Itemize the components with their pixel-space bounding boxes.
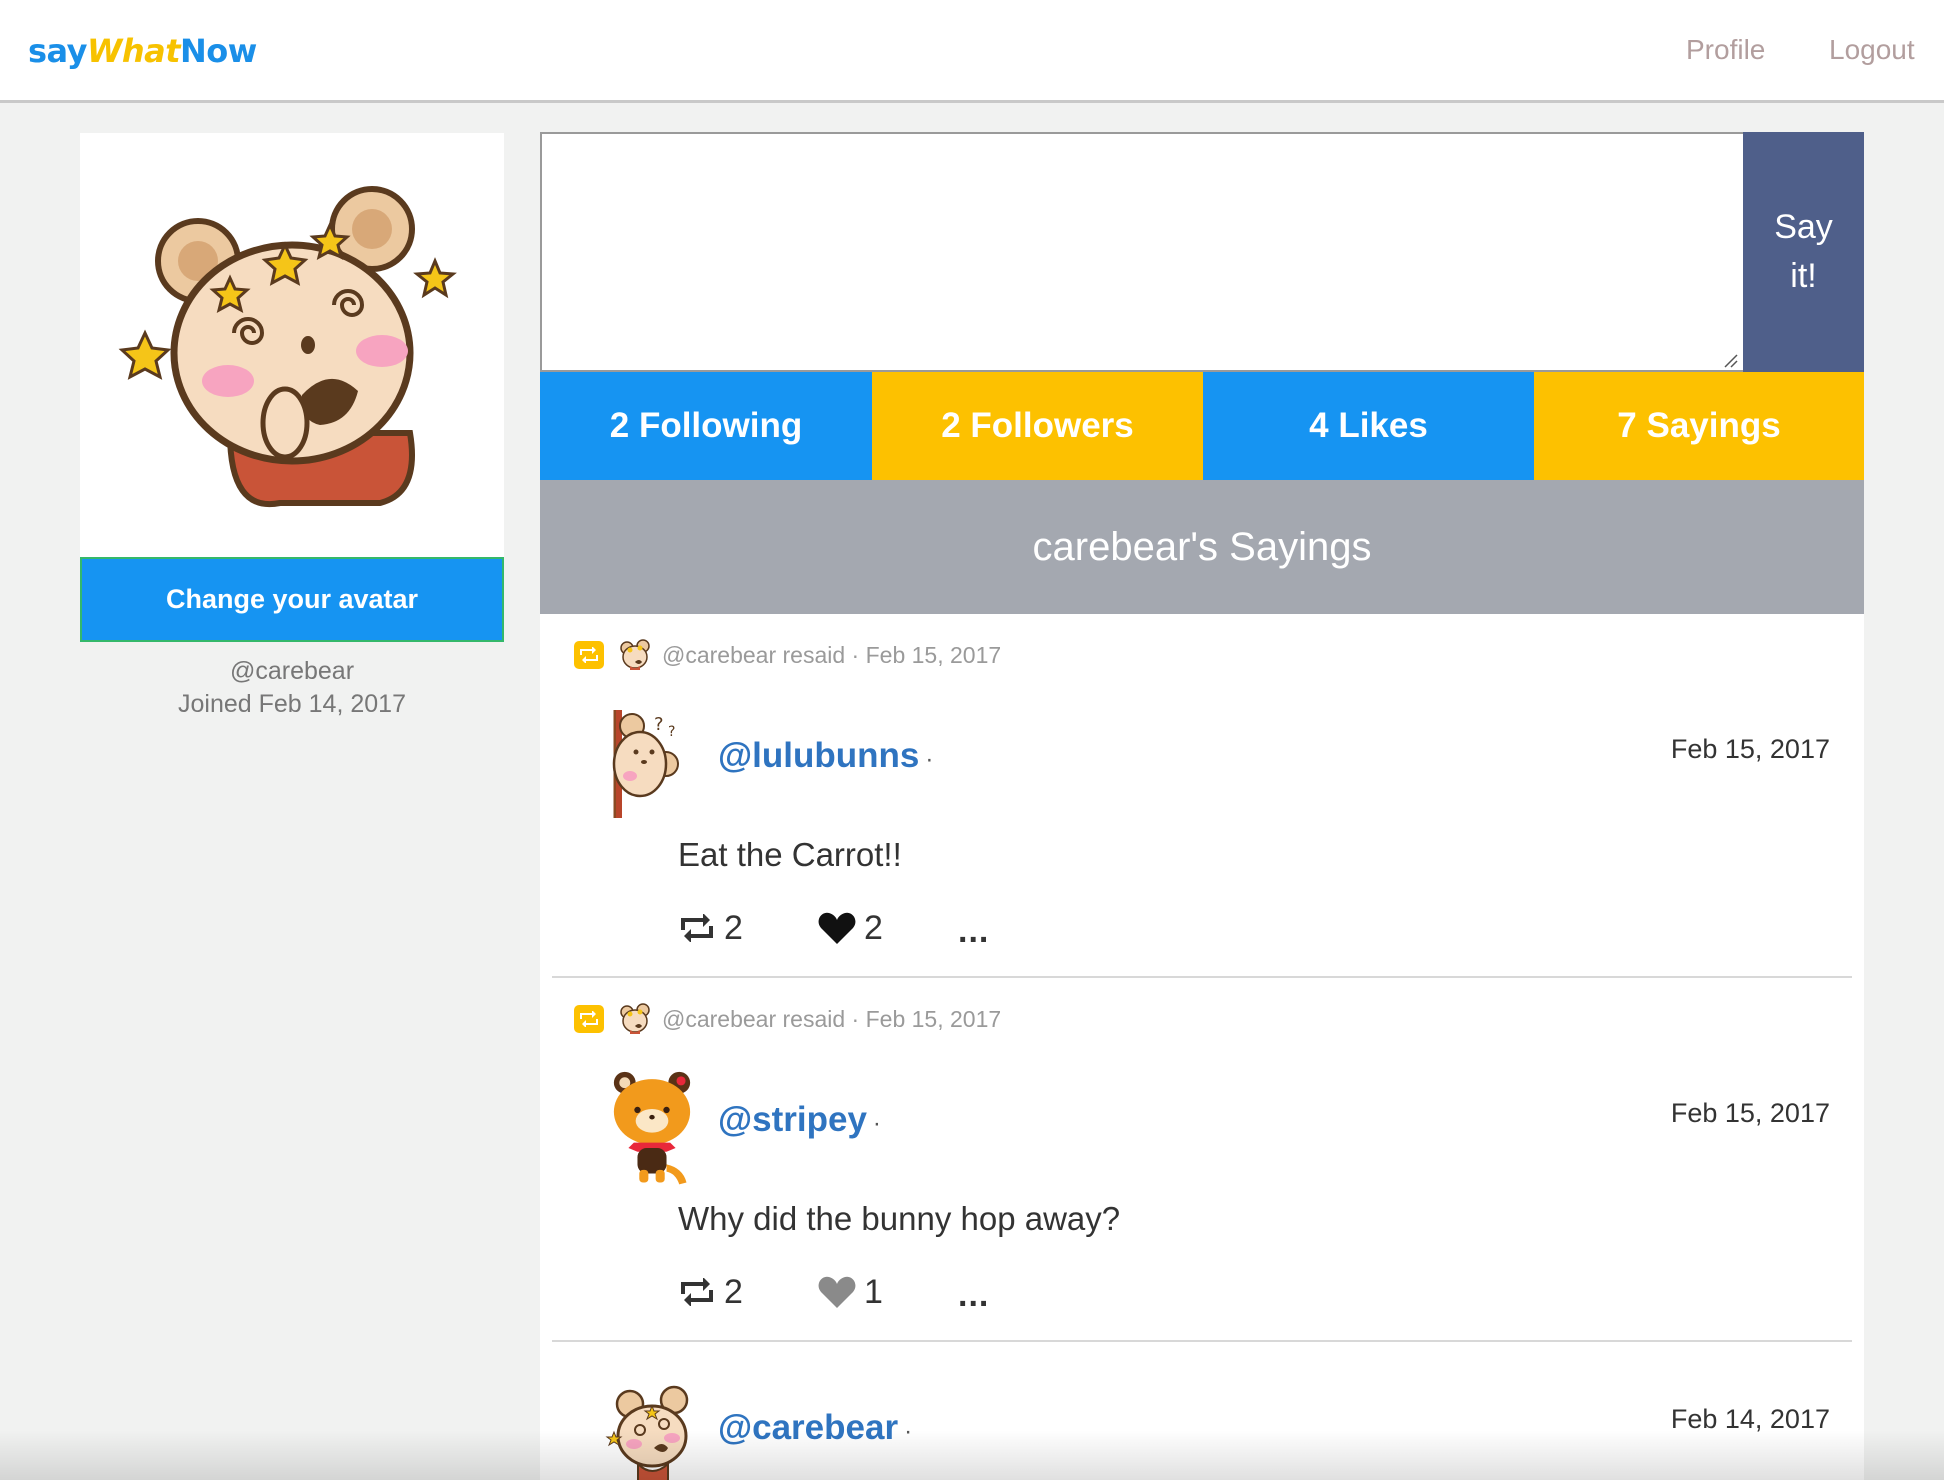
saying-item: @carebear resaid · Feb 15, 2017 @stripey… <box>552 978 1852 1342</box>
handle-separator-dot: · <box>925 746 934 773</box>
resaid-badge <box>574 641 604 669</box>
profile-handle: @carebear <box>229 657 355 685</box>
like-count: 2 <box>864 908 883 947</box>
saying-item: @carebear · Feb 14, 2017 <box>552 1342 1852 1480</box>
brand-now: Now <box>179 32 257 70</box>
post-date: Feb 14, 2017 <box>1670 1404 1830 1434</box>
post-author-handle-text[interactable]: @stripey <box>718 1100 867 1139</box>
sayings-feed: @carebear resaid · Feb 15, 2017 ? ? @lul… <box>540 614 1864 1480</box>
handle-separator-dot: · <box>904 1418 913 1445</box>
resaid-line: @carebear resaid · Feb 15, 2017 <box>574 638 1001 672</box>
resaid-line: @carebear resaid · Feb 15, 2017 <box>574 1002 1001 1036</box>
svg-text:?: ? <box>654 714 664 735</box>
peeking-bear-avatar-icon[interactable]: ? ? <box>602 706 702 824</box>
nav-profile-link[interactable]: Profile <box>1686 34 1765 66</box>
more-options-button[interactable]: ... <box>958 908 989 948</box>
saying-item: @carebear resaid · Feb 15, 2017 ? ? @lul… <box>552 614 1852 978</box>
dizzy-bear-mini-avatar-icon <box>620 639 650 670</box>
post-author-handle[interactable]: @stripey · <box>718 1100 881 1140</box>
like-button[interactable]: 2 <box>818 909 958 948</box>
retweet-icon <box>580 1011 598 1027</box>
like-button[interactable]: 1 <box>818 1273 958 1312</box>
retweet-icon <box>580 647 598 663</box>
profile-avatar-card <box>80 133 504 557</box>
dizzy-bear-mini-avatar-icon <box>620 1003 650 1034</box>
handle-separator-dot: · <box>872 1110 881 1137</box>
post-date: Feb 15, 2017 <box>1670 1098 1830 1128</box>
post-author-handle-text[interactable]: @lulubunns <box>718 736 919 775</box>
dizzy-bear-avatar-icon <box>118 186 457 508</box>
post-actions: 2 1 ... <box>678 1272 989 1312</box>
post-text: Eat the Carrot!! <box>678 836 902 873</box>
resay-count: 2 <box>724 1272 743 1311</box>
resay-count: 2 <box>724 908 743 947</box>
profile-joined-date: Joined Feb 14, 2017 <box>178 690 406 718</box>
sayings-section-title: carebear's Sayings <box>540 480 1864 614</box>
likes-stat-tab[interactable]: 4 Likes <box>1203 372 1534 480</box>
heart-icon <box>818 912 856 944</box>
change-avatar-button[interactable]: Change your avatar <box>80 557 504 642</box>
dizzy-bear-avatar-icon[interactable] <box>602 1378 702 1480</box>
post-author-handle[interactable]: @carebear · <box>718 1408 912 1448</box>
like-count: 1 <box>864 1272 883 1311</box>
followers-stat-tab[interactable]: 2 Followers <box>872 372 1203 480</box>
resaid-text: @carebear resaid · Feb 15, 2017 <box>662 1005 1002 1032</box>
resize-grip-icon[interactable] <box>1722 352 1738 368</box>
resaid-text: @carebear resaid · Feb 15, 2017 <box>662 641 1002 668</box>
post-actions: 2 2 ... <box>678 908 989 948</box>
more-options-button[interactable]: ... <box>958 1272 989 1312</box>
nav-logout-link[interactable]: Logout <box>1829 34 1915 66</box>
retweet-icon <box>681 914 713 942</box>
retweet-icon <box>681 1278 713 1306</box>
sayings-stat-tab[interactable]: 7 Sayings <box>1534 372 1864 480</box>
say-it-label-line2: it! <box>1790 257 1817 295</box>
say-it-label-line1: Say <box>1774 207 1833 246</box>
post-author-handle-text[interactable]: @carebear <box>718 1408 898 1447</box>
brand-what: What <box>87 32 180 70</box>
following-stat-tab[interactable]: 2 Following <box>540 372 872 480</box>
resaid-badge <box>574 1005 604 1033</box>
red-panda-avatar-icon[interactable] <box>602 1070 702 1188</box>
navbar: sayWhatNow Profile Logout <box>0 0 1944 103</box>
svg-text:?: ? <box>668 724 675 740</box>
say-it-button[interactable]: Say it! <box>1743 132 1864 372</box>
brand-logo[interactable]: sayWhatNow <box>28 32 257 70</box>
post-date: Feb 15, 2017 <box>1670 734 1830 764</box>
post-author-handle[interactable]: @lulubunns · <box>718 736 933 776</box>
saying-input[interactable] <box>540 132 1743 372</box>
resay-button[interactable]: 2 <box>678 1273 818 1312</box>
heart-icon <box>818 1276 856 1308</box>
resay-button[interactable]: 2 <box>678 909 818 948</box>
post-text: Why did the bunny hop away? <box>678 1200 1121 1237</box>
brand-say: say <box>28 32 88 70</box>
